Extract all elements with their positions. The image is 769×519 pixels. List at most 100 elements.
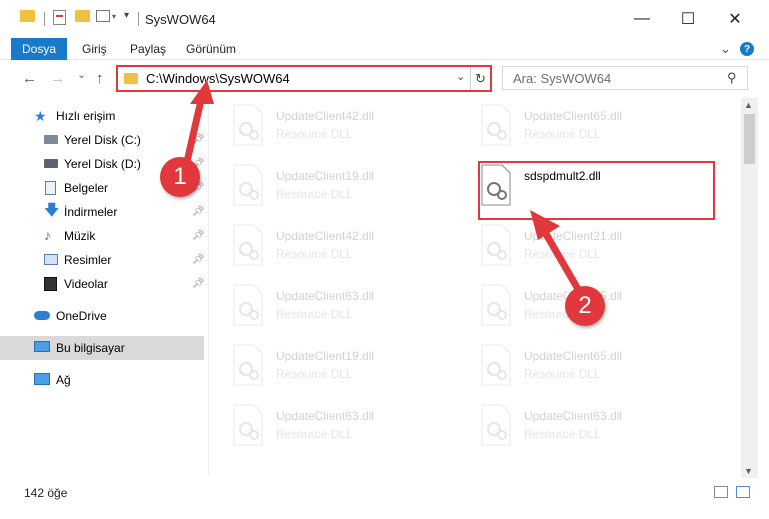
sidebar-item-label: Bu bilgisayar	[56, 341, 125, 355]
file-type: Resource DLL	[276, 247, 353, 261]
sidebar-item-label: Hızlı erişim	[56, 109, 116, 123]
file-type: Resource DLL	[524, 367, 601, 381]
drive-icon	[44, 135, 58, 144]
refresh-button[interactable]: ↻	[470, 67, 490, 90]
divider	[138, 12, 139, 26]
sidebar-item-music[interactable]: ♪ Müzik 📌︎	[0, 224, 205, 248]
new-folder-icon[interactable]	[75, 10, 90, 22]
sidebar-item-videos[interactable]: Videolar 📌︎	[0, 272, 205, 296]
expand-ribbon-icon[interactable]: ⌄	[720, 41, 731, 57]
file-type: Resource DLL	[276, 307, 353, 321]
file-item[interactable]: UpdateClient65.dll Resource DLL	[480, 343, 720, 403]
file-item[interactable]: UpdateClient42.dll Resource DLL	[232, 103, 472, 163]
sidebar-item-label: OneDrive	[56, 309, 107, 323]
file-item[interactable]: UpdateClient19.dll Resource DLL	[232, 343, 472, 403]
pin-icon: 📌︎	[192, 206, 205, 217]
search-icon[interactable]: ⚲	[727, 70, 737, 86]
sidebar-item-label: Müzik	[64, 229, 96, 243]
forward-button[interactable]: →	[50, 70, 65, 87]
divider	[44, 12, 45, 26]
file-item[interactable]: UpdateClient65.dll Resource DLL	[480, 103, 720, 163]
scroll-up-arrow[interactable]: ▲	[744, 100, 753, 110]
file-item[interactable]: UpdateClient21.dll Resource DLL	[480, 223, 720, 283]
sidebar-item-local-disk-c[interactable]: Yerel Disk (C:) 📌︎	[0, 128, 205, 152]
address-path[interactable]: C:\Windows\SysWOW64	[146, 71, 290, 86]
sidebar-item-onedrive[interactable]: OneDrive	[0, 304, 204, 328]
file-name: UpdateClient63.dll	[276, 409, 375, 423]
sidebar-item-label: Resimler	[64, 253, 112, 267]
file-name: UpdateClient42.dll	[276, 229, 375, 243]
star-icon: ★	[34, 108, 47, 124]
view-options-icon[interactable]: ▾	[96, 10, 116, 22]
back-button[interactable]: ←	[22, 70, 37, 87]
status-bar: 142 öğe	[0, 478, 769, 519]
file-type: Resource DLL	[276, 427, 353, 441]
minimize-button[interactable]: —	[619, 0, 665, 38]
file-name: UpdateClient19.dll	[276, 169, 375, 183]
network-icon	[34, 373, 50, 385]
file-item[interactable]: UpdateClient63.dll Resource DLL	[232, 403, 472, 463]
pin-icon: 📌︎	[192, 254, 205, 265]
file-type: Resource DLL	[276, 127, 353, 141]
customize-toolbar-icon[interactable]: ▾	[124, 10, 129, 21]
sidebar-item-quick-access[interactable]: ★ Hızlı erişim	[0, 104, 204, 128]
address-bar[interactable]: C:\Windows\SysWOW64 ⌄ ↻	[116, 65, 492, 92]
search-input[interactable]: Ara: SysWOW64 ⚲	[502, 66, 748, 90]
pin-icon: 📌︎	[192, 278, 205, 289]
folder-icon	[124, 73, 138, 84]
tab-view[interactable]: Görünüm	[186, 42, 236, 56]
dll-file-icon	[232, 163, 264, 207]
file-type: Resource DLL	[524, 127, 601, 141]
sidebar-item-label: Yerel Disk (C:)	[64, 133, 141, 147]
folder-icon	[20, 10, 35, 22]
properties-icon[interactable]	[53, 10, 66, 25]
sidebar-item-label: Belgeler	[64, 181, 109, 195]
documents-icon	[45, 181, 56, 195]
address-dropdown-button[interactable]: ⌄	[456, 70, 465, 83]
scroll-thumb[interactable]	[744, 114, 755, 164]
up-button[interactable]: ↑	[96, 70, 104, 87]
music-icon: ♪	[44, 227, 51, 243]
scroll-down-arrow[interactable]: ▼	[744, 466, 753, 476]
sidebar-item-network[interactable]: Ağ	[0, 368, 204, 392]
drive-icon	[44, 159, 58, 168]
file-type: Resource DLL	[276, 367, 353, 381]
dll-file-icon	[480, 403, 512, 447]
dll-file-icon	[480, 343, 512, 387]
tab-home[interactable]: Giriş	[82, 42, 107, 56]
maximize-button[interactable]: ☐	[665, 0, 711, 38]
details-view-icon[interactable]	[714, 486, 728, 498]
close-button[interactable]: ✕	[712, 0, 758, 38]
file-item[interactable]: UpdateClient19.dll Resource DLL	[232, 163, 472, 223]
dll-file-icon	[480, 223, 512, 267]
recent-locations-button[interactable]: ⌄	[77, 68, 86, 81]
help-icon[interactable]: ?	[740, 42, 754, 56]
file-item[interactable]: UpdateClient63.dll Resource DLL	[232, 283, 472, 343]
sidebar-item-label: Videolar	[64, 277, 108, 291]
file-name: UpdateClient63.dll	[276, 289, 375, 303]
file-name: UpdateClient65.dll	[524, 349, 623, 363]
sidebar-item-label: İndirmeler	[64, 205, 118, 219]
large-icons-view-icon[interactable]	[736, 486, 750, 498]
cloud-icon	[34, 311, 50, 320]
window-title: SysWOW64	[145, 12, 216, 27]
file-item[interactable]: UpdateClient42.dll Resource DLL	[232, 223, 472, 283]
sidebar-item-downloads[interactable]: 🡇 İndirmeler 📌︎	[0, 200, 205, 224]
title-bar: ▾ ▾ SysWOW64 — ☐ ✕	[0, 0, 769, 38]
file-name: UpdateClient65.dll	[524, 109, 623, 123]
file-name: UpdateClient42.dll	[276, 109, 375, 123]
file-type: Resource DLL	[524, 427, 601, 441]
dll-file-icon	[480, 103, 512, 147]
file-item[interactable]: UpdateClient63.dll Resource DLL	[480, 403, 720, 463]
target-file-highlight	[478, 161, 715, 220]
file-type: Resource DLL	[276, 187, 353, 201]
file-name: UpdateClient19.dll	[276, 349, 375, 363]
computer-icon	[34, 341, 50, 352]
tab-share[interactable]: Paylaş	[130, 42, 166, 56]
sidebar-item-pictures[interactable]: Resimler 📌︎	[0, 248, 205, 272]
step-1-badge: 1	[160, 157, 200, 197]
pictures-icon	[44, 254, 58, 265]
ribbon: Dosya Giriş Paylaş Görünüm ⌄ ?	[0, 38, 769, 60]
tab-file[interactable]: Dosya	[11, 38, 67, 60]
sidebar-item-this-pc[interactable]: Bu bilgisayar	[0, 336, 204, 360]
